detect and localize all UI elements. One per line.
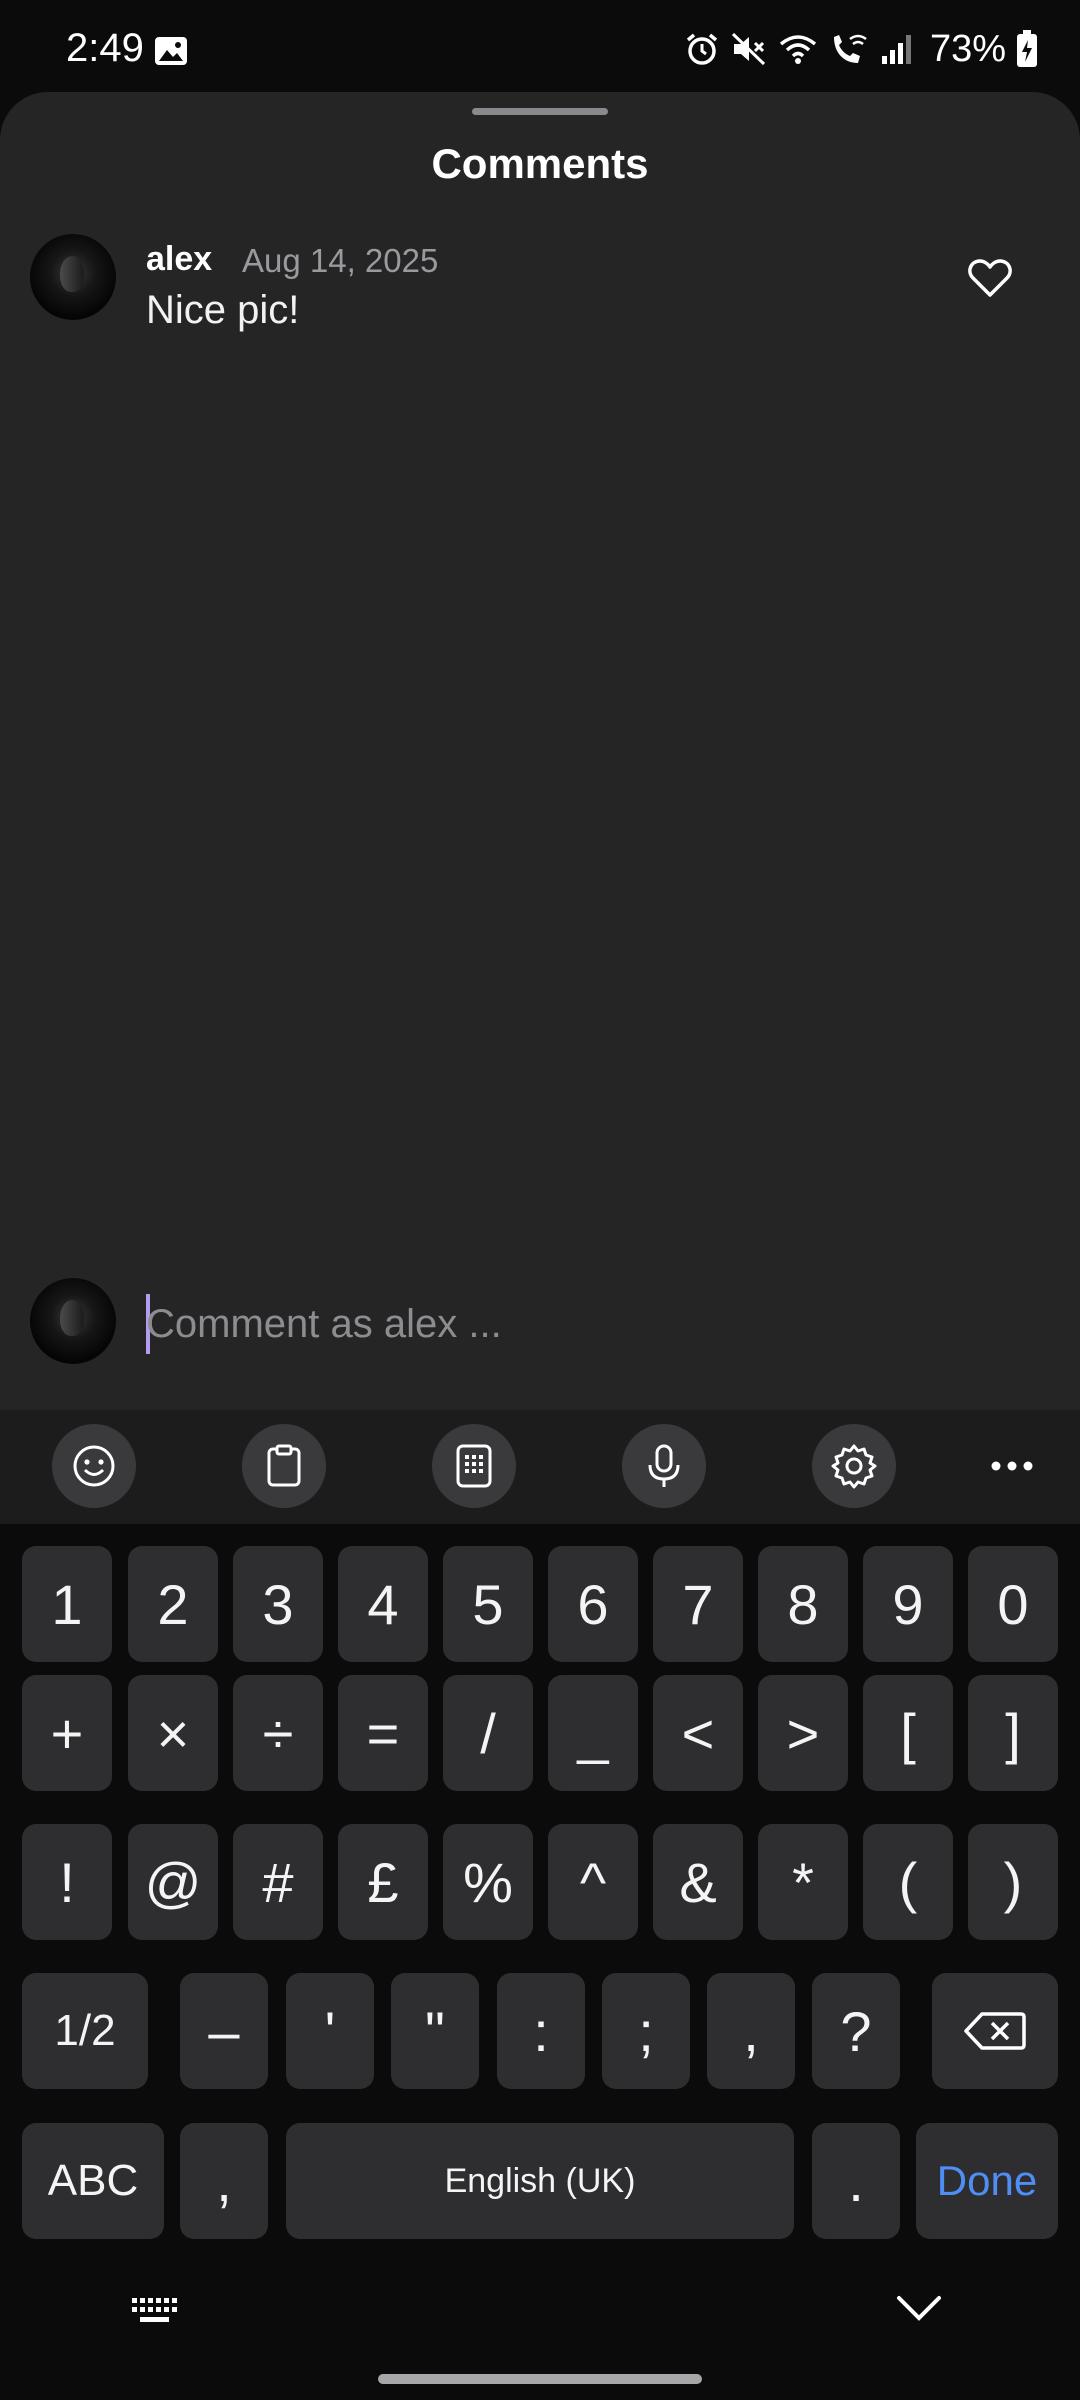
- comma-key[interactable]: ,: [180, 2123, 268, 2239]
- key[interactable]: <: [653, 1675, 743, 1791]
- key[interactable]: *: [758, 1824, 848, 1940]
- clipboard-icon[interactable]: [242, 1424, 326, 1508]
- comment-item: alex Aug 14, 2025 Nice pic!: [30, 234, 1050, 344]
- key[interactable]: !: [22, 1824, 112, 1940]
- key[interactable]: ": [391, 1973, 479, 2089]
- key[interactable]: ;: [602, 1973, 690, 2089]
- key[interactable]: ÷: [233, 1675, 323, 1791]
- key[interactable]: 7: [653, 1546, 743, 1662]
- key[interactable]: (: [863, 1824, 953, 1940]
- battery-percentage: 73%: [929, 27, 1006, 70]
- keyboard-toolbar: [0, 1410, 1080, 1524]
- key[interactable]: ]: [968, 1675, 1058, 1791]
- comment-date: Aug 14, 2025: [242, 242, 439, 279]
- key[interactable]: +: [22, 1675, 112, 1791]
- key[interactable]: 6: [548, 1546, 638, 1662]
- emoji-icon[interactable]: [52, 1424, 136, 1508]
- heart-icon[interactable]: [960, 248, 1020, 308]
- key[interactable]: 2: [128, 1546, 218, 1662]
- key[interactable]: ): [968, 1824, 1058, 1940]
- drag-handle[interactable]: [472, 108, 608, 115]
- key[interactable]: %: [443, 1824, 533, 1940]
- comments-sheet: Comments alex Aug 14, 2025 Nice pic!: [0, 92, 1080, 1412]
- avatar: [30, 1278, 116, 1364]
- home-indicator[interactable]: [378, 2374, 702, 2384]
- key[interactable]: &: [653, 1824, 743, 1940]
- symbol-keyboard: 1 2 3 4 5 6 7 8 9 0 + × ÷ = / _ < > [ ] …: [0, 1524, 1080, 2254]
- gallery-icon: [154, 36, 188, 66]
- space-bar[interactable]: English (UK): [286, 2123, 794, 2239]
- key[interactable]: 5: [443, 1546, 533, 1662]
- key[interactable]: 1: [22, 1546, 112, 1662]
- status-time: 2:49: [66, 26, 144, 70]
- status-icons: 73%: [684, 24, 1038, 74]
- key[interactable]: 3: [233, 1546, 323, 1662]
- key[interactable]: ': [286, 1973, 374, 2089]
- key[interactable]: £: [338, 1824, 428, 1940]
- comment-input-row: [30, 1272, 1050, 1372]
- key[interactable]: ^: [548, 1824, 638, 1940]
- key[interactable]: [: [863, 1675, 953, 1791]
- status-bar: 2:49 73%: [0, 0, 1080, 100]
- key[interactable]: =: [338, 1675, 428, 1791]
- key[interactable]: >: [758, 1675, 848, 1791]
- key[interactable]: 0: [968, 1546, 1058, 1662]
- key[interactable]: _: [548, 1675, 638, 1791]
- avatar[interactable]: [30, 234, 116, 320]
- backspace-icon[interactable]: [932, 1973, 1058, 2089]
- key[interactable]: 8: [758, 1546, 848, 1662]
- key[interactable]: :: [497, 1973, 585, 2089]
- key-page-toggle[interactable]: 1/2: [22, 1973, 148, 2089]
- key[interactable]: ?: [812, 1973, 900, 2089]
- settings-icon[interactable]: [812, 1424, 896, 1508]
- comment-username[interactable]: alex: [146, 240, 212, 279]
- comment-text: Nice pic!: [146, 288, 300, 332]
- key[interactable]: @: [128, 1824, 218, 1940]
- chevron-down-icon[interactable]: [896, 2294, 942, 2327]
- microphone-icon[interactable]: [622, 1424, 706, 1508]
- key[interactable]: –: [180, 1973, 268, 2089]
- alarm-icon: [684, 31, 720, 67]
- key[interactable]: 4: [338, 1546, 428, 1662]
- key[interactable]: ×: [128, 1675, 218, 1791]
- key[interactable]: ,: [707, 1973, 795, 2089]
- period-key[interactable]: .: [812, 2123, 900, 2239]
- sheet-title: Comments: [431, 140, 649, 187]
- done-button[interactable]: Done: [916, 2123, 1058, 2239]
- key[interactable]: 9: [863, 1546, 953, 1662]
- keyboard-icon[interactable]: [130, 2294, 180, 2333]
- navigation-bar: [0, 2254, 1080, 2400]
- key[interactable]: /: [443, 1675, 533, 1791]
- key[interactable]: #: [233, 1824, 323, 1940]
- mute-icon: [730, 31, 768, 67]
- abc-key[interactable]: ABC: [22, 2123, 164, 2239]
- battery-charging-icon: [1016, 30, 1038, 68]
- wifi-calling-icon: [828, 31, 870, 67]
- signal-icon: [880, 32, 914, 66]
- more-icon[interactable]: [970, 1424, 1054, 1508]
- comment-input[interactable]: [146, 1286, 1026, 1362]
- wifi-icon: [778, 32, 818, 66]
- keypad-icon[interactable]: [432, 1424, 516, 1508]
